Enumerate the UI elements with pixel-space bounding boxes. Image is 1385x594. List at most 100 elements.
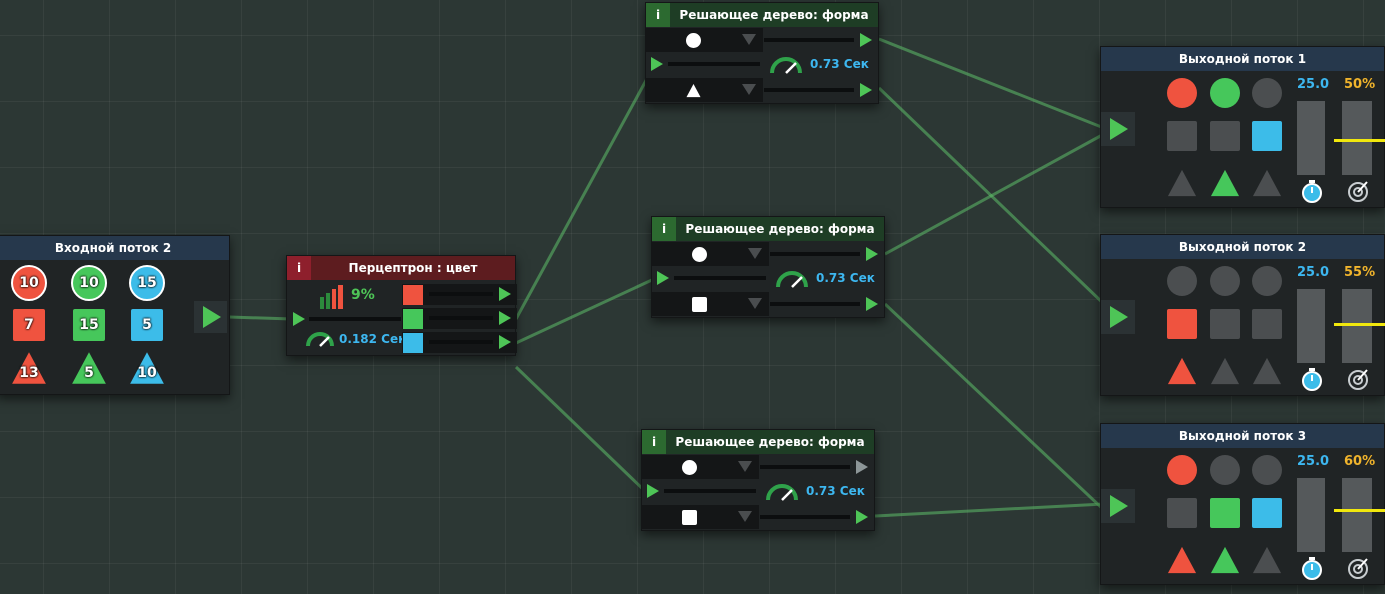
decision-tree-node-2[interactable]: i Решающее дерево: форма 0.73 Сек xyxy=(651,216,885,318)
item-count: 15 xyxy=(137,275,157,291)
input-track xyxy=(309,317,401,321)
dropdown-arrow-icon[interactable] xyxy=(738,461,752,472)
decision-tree-node-1[interactable]: i Решающее дерево: форма 0.73 Сек xyxy=(645,2,879,104)
input-item-green-square: 15 xyxy=(71,307,107,343)
input-item-red-triangle: 13 xyxy=(11,350,47,386)
gray-triangle-icon xyxy=(1167,168,1197,198)
input-arrow-icon xyxy=(1110,118,1128,140)
perceptron-output-port-blue[interactable] xyxy=(499,335,511,349)
speedometer-icon xyxy=(766,484,798,501)
tree-speed: 0.73 Сек xyxy=(806,484,865,498)
target-icon xyxy=(1348,369,1368,390)
input-item-blue-square: 5 xyxy=(129,307,165,343)
dropdown-arrow-icon[interactable] xyxy=(748,248,762,259)
output-stream-node-2[interactable]: Выходной поток 2 25.0 55% xyxy=(1100,234,1385,396)
white-circle-icon xyxy=(682,460,697,475)
connection-wire xyxy=(878,37,1105,130)
perceptron-input-port[interactable] xyxy=(293,312,305,326)
input-track xyxy=(668,62,760,66)
output-input-port[interactable] xyxy=(1101,300,1135,334)
input-item-red-circle: 10 xyxy=(11,265,47,301)
green-circle-icon xyxy=(1210,78,1240,108)
target-icon xyxy=(1348,558,1368,579)
white-square-icon xyxy=(682,510,697,525)
gray-triangle-icon xyxy=(1252,356,1282,386)
perceptron-node[interactable]: i Перцептрон : цвет 9% 0.182 Сек xyxy=(286,255,517,356)
gray-circle-icon xyxy=(1252,78,1282,108)
tree-output-port-bottom[interactable] xyxy=(860,83,872,97)
accuracy-threshold-line xyxy=(1334,508,1385,512)
speed-bar xyxy=(1297,478,1325,552)
dropdown-arrow-icon[interactable] xyxy=(742,84,756,95)
dropdown-arrow-icon[interactable] xyxy=(738,511,752,522)
white-circle-icon xyxy=(692,247,707,262)
red-color-swatch xyxy=(403,285,423,305)
stopwatch-icon xyxy=(1302,180,1322,203)
red-circle-icon xyxy=(1167,455,1197,485)
gray-circle-icon xyxy=(1252,455,1282,485)
tree-output-port-top[interactable] xyxy=(866,247,878,261)
output-percent: 60% xyxy=(1344,454,1376,469)
target-icon xyxy=(1348,181,1368,202)
blue-square-icon xyxy=(1252,121,1282,151)
tree-output-port-bottom[interactable] xyxy=(856,510,868,524)
dropdown-arrow-icon[interactable] xyxy=(742,34,756,45)
gray-square-icon xyxy=(1252,309,1282,339)
input-item-blue-circle: 15 xyxy=(129,265,165,301)
tree-title: Решающее дерево: форма xyxy=(675,435,865,449)
tree-input-port[interactable] xyxy=(657,271,669,285)
track xyxy=(429,292,493,296)
tree-output-port-top[interactable] xyxy=(856,460,868,474)
input-arrow-icon xyxy=(1110,495,1128,517)
blue-square-icon xyxy=(1252,498,1282,528)
tree-output-port-top[interactable] xyxy=(860,33,872,47)
info-button[interactable]: i xyxy=(287,256,311,280)
gray-circle-icon xyxy=(1167,266,1197,296)
tree-input-port[interactable] xyxy=(647,484,659,498)
accuracy-bar xyxy=(1342,101,1372,175)
track xyxy=(770,302,860,306)
connection-wire xyxy=(874,502,1105,518)
tree-speed: 0.73 Сек xyxy=(810,57,869,71)
tree-output-port-bottom[interactable] xyxy=(866,297,878,311)
green-triangle-icon xyxy=(1210,545,1240,575)
output-arrow-icon xyxy=(203,306,221,328)
track xyxy=(764,38,854,42)
output-title: Выходной поток 1 xyxy=(1101,47,1384,71)
stopwatch-icon xyxy=(1302,557,1322,580)
perceptron-output-port-green[interactable] xyxy=(499,311,511,325)
gray-square-icon xyxy=(1167,498,1197,528)
input-output-port[interactable] xyxy=(194,301,227,333)
perceptron-output-port-red[interactable] xyxy=(499,287,511,301)
input-track xyxy=(664,489,756,493)
input-stream-node[interactable]: Входной поток 2 10 10 15 7 15 5 13 5 10 xyxy=(0,235,230,395)
dropdown-arrow-icon[interactable] xyxy=(748,298,762,309)
output-stream-node-3[interactable]: Выходной поток 3 25.0 60% xyxy=(1100,423,1385,585)
output-percent: 55% xyxy=(1344,265,1376,280)
perceptron-accuracy: 9% xyxy=(351,287,375,303)
perceptron-speed: 0.182 Сек xyxy=(339,332,407,346)
output-input-port[interactable] xyxy=(1101,489,1135,523)
speedometer-icon xyxy=(776,271,808,288)
item-count: 5 xyxy=(84,364,94,381)
input-item-blue-triangle: 10 xyxy=(129,350,165,386)
white-square-icon xyxy=(692,297,707,312)
speed-bar xyxy=(1297,289,1325,363)
output-input-port[interactable] xyxy=(1101,112,1135,146)
info-button[interactable]: i xyxy=(652,217,676,241)
info-button[interactable]: i xyxy=(646,3,670,27)
red-triangle-icon xyxy=(1167,545,1197,575)
output-title: Выходной поток 2 xyxy=(1101,235,1384,259)
tree-input-port[interactable] xyxy=(651,57,663,71)
track xyxy=(429,316,493,320)
tree-speed: 0.73 Сек xyxy=(816,271,875,285)
connection-wire xyxy=(514,365,648,494)
track xyxy=(764,88,854,92)
output-speed: 25.0 xyxy=(1297,454,1330,469)
output-stream-node-1[interactable]: Выходной поток 1 25.0 50% xyxy=(1100,46,1385,208)
decision-tree-node-3[interactable]: i Решающее дерево: форма 0.73 Сек xyxy=(641,429,875,531)
accuracy-threshold-line xyxy=(1334,323,1385,327)
green-square-icon xyxy=(1210,498,1240,528)
speedometer-icon xyxy=(770,57,802,74)
info-button[interactable]: i xyxy=(642,430,666,454)
